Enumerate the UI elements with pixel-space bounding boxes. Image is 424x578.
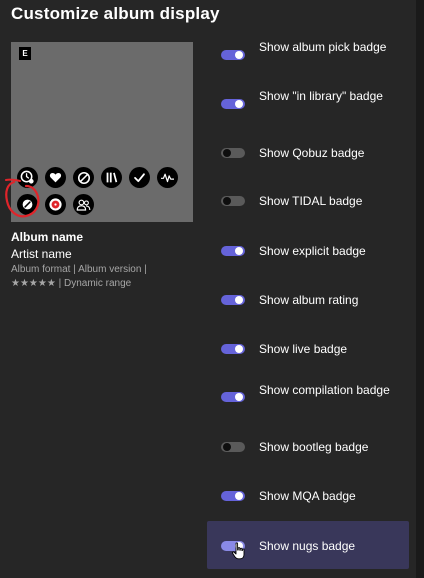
album-meta-rating: ★★★★★ | Dynamic range: [11, 278, 132, 289]
option-compilation-badge[interactable]: Show compilation badge: [207, 374, 409, 422]
option-explicit-badge[interactable]: Show explicit badge: [207, 227, 409, 275]
option-album-rating[interactable]: Show album rating: [207, 276, 409, 324]
option-in-library-badge[interactable]: Show "in library" badge: [207, 81, 409, 129]
option-tidal-badge[interactable]: Show TIDAL badge: [207, 177, 409, 225]
option-nugs-badge[interactable]: Show nugs badge: [207, 521, 409, 569]
toggle-in-library-badge[interactable]: [221, 99, 245, 109]
option-album-pick-badge[interactable]: Show album pick badge: [207, 32, 409, 80]
option-label: Show bootleg badge: [259, 440, 369, 454]
toggle-qobuz-badge[interactable]: [221, 148, 245, 158]
toggle-knob: [235, 393, 243, 401]
option-label: Show album rating: [259, 293, 359, 307]
option-qobuz-badge[interactable]: Show Qobuz badge: [207, 129, 409, 177]
no-entry-icon: [73, 167, 94, 188]
toggle-explicit-badge[interactable]: [221, 246, 245, 256]
toggle-live-badge[interactable]: [221, 344, 245, 354]
option-label: Show "in library" badge: [259, 89, 383, 103]
option-label: Show album pick badge: [259, 40, 387, 54]
dialog-title: Customize album display: [11, 4, 220, 23]
toggle-album-pick-badge[interactable]: [221, 50, 245, 60]
album-name: Album name: [11, 230, 84, 244]
customize-album-display-dialog: Customize album display E Album name Art…: [0, 0, 416, 578]
explicit-tag: E: [19, 47, 31, 60]
nugs-icon: [17, 194, 38, 215]
toggle-mqa-badge[interactable]: [221, 491, 245, 501]
toggle-bootleg-badge[interactable]: [221, 442, 245, 452]
option-live-badge[interactable]: Show live badge: [207, 325, 409, 373]
album-meta-format: Album format | Album version |: [11, 264, 147, 275]
option-label: Show nugs badge: [259, 539, 356, 553]
toggle-knob: [235, 492, 243, 500]
library-icon: [101, 167, 122, 188]
record-icon: [45, 194, 66, 215]
toggle-knob: [235, 51, 243, 59]
toggle-compilation-badge[interactable]: [221, 392, 245, 402]
toggle-knob: [235, 296, 243, 304]
toggle-knob: [235, 345, 243, 353]
option-label: Show TIDAL badge: [259, 194, 363, 208]
people-icon: [73, 194, 94, 215]
artist-name: Artist name: [11, 247, 72, 261]
toggle-tidal-badge[interactable]: [221, 196, 245, 206]
toggle-knob: [223, 149, 231, 157]
option-label: Show compilation badge: [259, 383, 390, 397]
toggle-knob: [223, 197, 231, 205]
clock-user-icon: [17, 167, 38, 188]
option-label: Show MQA badge: [259, 489, 356, 503]
scrollbar[interactable]: [416, 0, 424, 578]
option-label: Show Qobuz badge: [259, 146, 365, 160]
heart-icon: [45, 167, 66, 188]
album-cover-preview: E: [11, 42, 193, 222]
waveform-icon: [157, 167, 178, 188]
toggle-knob: [235, 542, 243, 550]
option-bootleg-badge[interactable]: Show bootleg badge: [207, 423, 409, 471]
toggle-knob: [235, 100, 243, 108]
toggle-nugs-badge[interactable]: [221, 541, 245, 551]
toggle-knob: [235, 247, 243, 255]
check-icon: [129, 167, 150, 188]
toggle-album-rating[interactable]: [221, 295, 245, 305]
option-label: Show live badge: [259, 342, 348, 356]
option-mqa-badge[interactable]: Show MQA badge: [207, 472, 409, 520]
option-label: Show explicit badge: [259, 244, 366, 258]
toggle-knob: [223, 443, 231, 451]
